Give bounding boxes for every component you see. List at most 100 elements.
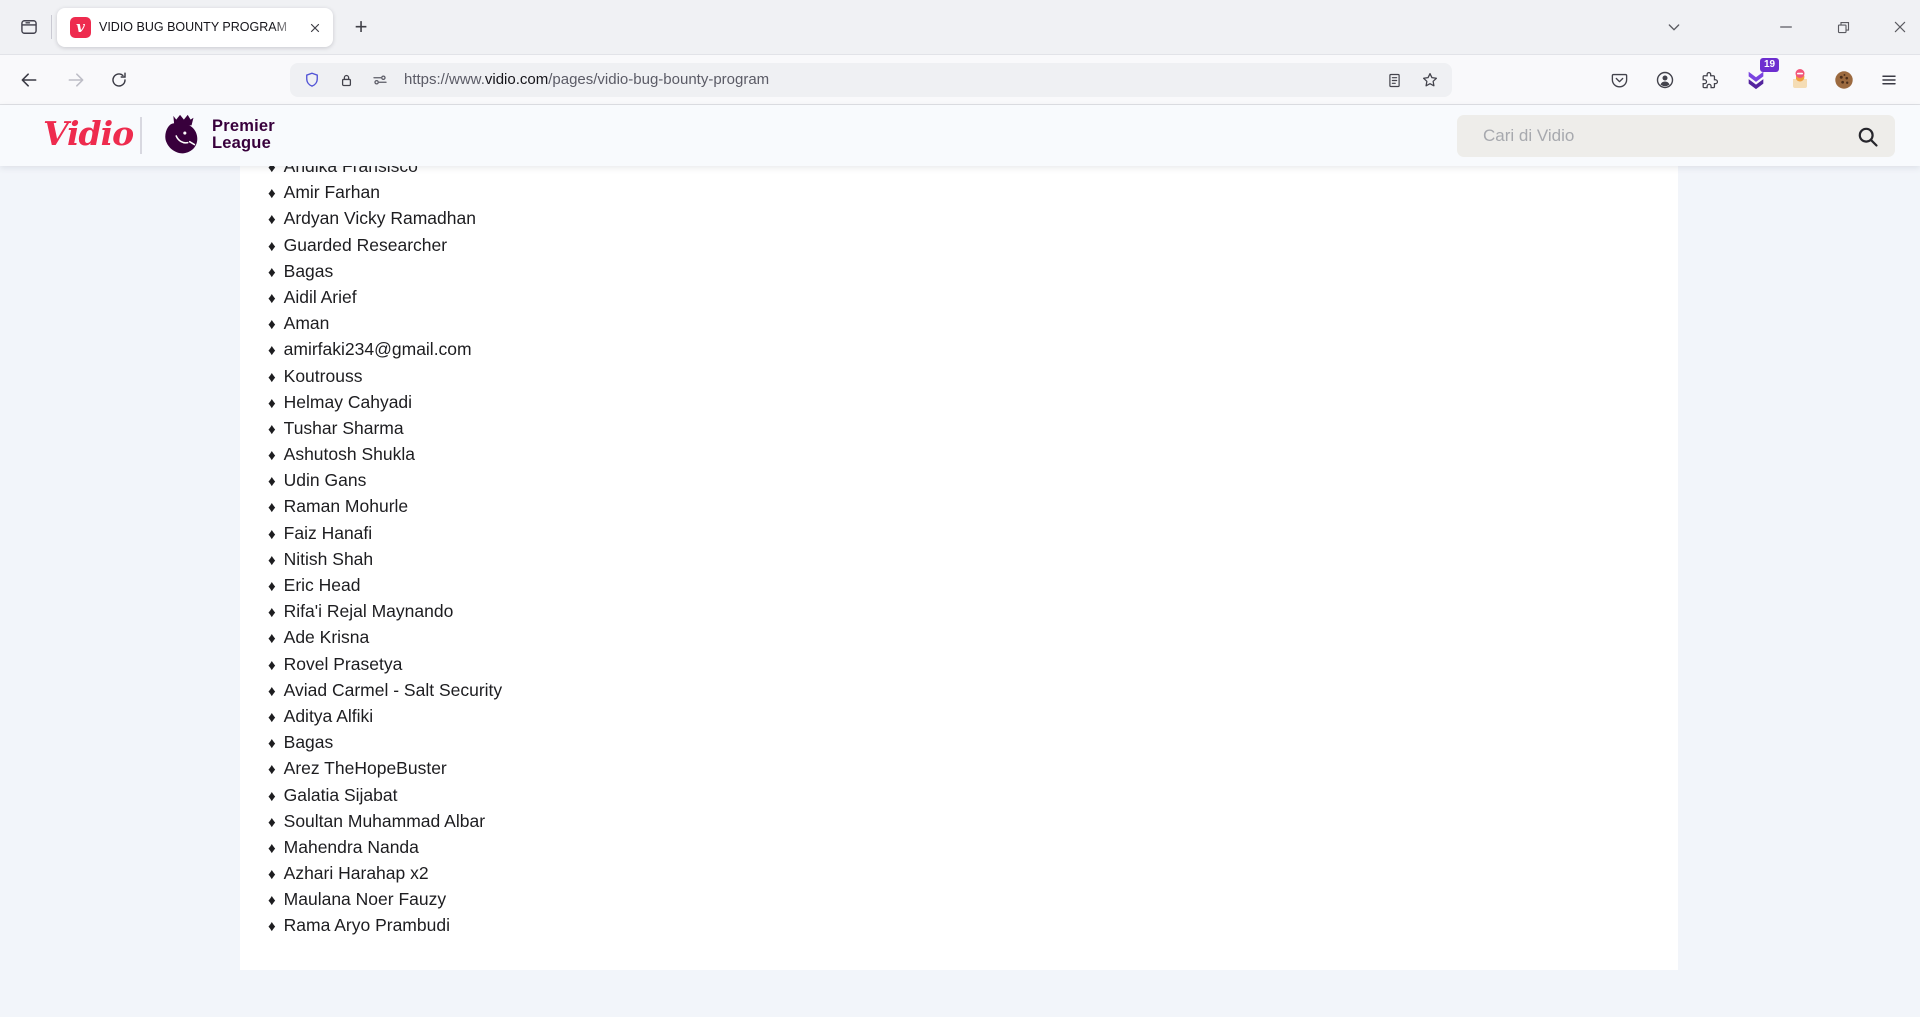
list-item: ♦Mahendra Nanda bbox=[268, 834, 1678, 860]
list-item: ♦ Helmay Cahyadi bbox=[268, 389, 1678, 415]
download-extension-icon[interactable]: 19 bbox=[1740, 64, 1772, 96]
search-input[interactable] bbox=[1457, 115, 1895, 157]
tab-title-fade bbox=[273, 11, 299, 44]
researcher-name: Udin Gans bbox=[284, 470, 367, 490]
url-prefix: https://www. bbox=[404, 71, 485, 88]
bookmark-star-icon[interactable] bbox=[1418, 68, 1442, 92]
diamond-bullet: ♦ bbox=[268, 499, 276, 516]
researcher-name: Koutrouss bbox=[284, 366, 363, 386]
diamond-bullet: ♦ bbox=[268, 788, 276, 805]
lock-icon[interactable] bbox=[334, 68, 358, 92]
browser-window: v VIDIO BUG BOUNTY PROGRAM + bbox=[0, 0, 1920, 1017]
researcher-name: Maulana Noer Fauzy bbox=[284, 889, 446, 909]
researcher-name: Aviad Carmel - Salt Security bbox=[284, 680, 503, 700]
researcher-name: Galatia Sijabat bbox=[284, 785, 398, 805]
diamond-bullet: ♦ bbox=[268, 395, 276, 412]
researcher-name: Faiz Hanafi bbox=[284, 523, 373, 543]
new-tab-button[interactable]: + bbox=[345, 11, 377, 43]
list-item: ♦Guarded Researcher bbox=[268, 232, 1678, 258]
permissions-icon[interactable] bbox=[368, 68, 392, 92]
account-icon[interactable] bbox=[1649, 64, 1681, 96]
researcher-name: Rifa'i Rejal Maynando bbox=[284, 601, 454, 621]
diamond-bullet: ♦ bbox=[268, 657, 276, 674]
premier-league-wordmark: Premier League bbox=[212, 118, 275, 152]
pocket-icon[interactable] bbox=[1603, 64, 1635, 96]
researcher-name: Tushar Sharma bbox=[284, 418, 404, 438]
researcher-name: Guarded Researcher bbox=[284, 235, 447, 255]
close-window-icon[interactable] bbox=[1884, 11, 1916, 43]
list-item: ♦Aman bbox=[268, 310, 1678, 336]
diamond-bullet: ♦ bbox=[268, 211, 276, 228]
content-card: ♦ Andika Fransisco ♦ Amir Farhan ♦ Ardyan Vic… bbox=[240, 166, 1678, 970]
tab-title: VIDIO BUG BOUNTY PROGRAM bbox=[99, 8, 293, 47]
logo-divider bbox=[140, 117, 142, 154]
diamond-bullet: ♦ bbox=[268, 421, 276, 438]
firefox-view-icon[interactable] bbox=[13, 11, 45, 43]
list-item: ♦ Soultan Muhammad Albar bbox=[268, 808, 1678, 834]
restore-window-icon[interactable] bbox=[1827, 11, 1859, 43]
cookie-extension-icon[interactable] bbox=[1828, 64, 1860, 96]
researcher-name: Aditya Alfiki bbox=[284, 706, 373, 726]
researcher-name: Raman Mohurle bbox=[284, 496, 409, 516]
researcher-name: Soultan Muhammad Albar bbox=[284, 811, 485, 831]
diamond-bullet: ♦ bbox=[268, 447, 276, 464]
league-line: League bbox=[212, 134, 271, 152]
tab-close-icon[interactable] bbox=[303, 16, 327, 40]
list-item: ♦Aviad Carmel - Salt Security bbox=[268, 677, 1678, 703]
list-item: ♦ Ardyan Vicky Ramadhan bbox=[268, 205, 1678, 231]
researcher-name: Eric Head bbox=[284, 575, 361, 595]
diamond-bullet: ♦ bbox=[268, 185, 276, 202]
diamond-bullet: ♦ bbox=[268, 290, 276, 307]
researcher-name: Mahendra Nanda bbox=[284, 837, 419, 857]
list-item: ♦ Andika Fransisco bbox=[268, 166, 1678, 179]
diamond-bullet: ♦ bbox=[268, 709, 276, 726]
reload-icon[interactable] bbox=[103, 64, 135, 96]
extensions-puzzle-icon[interactable] bbox=[1693, 64, 1725, 96]
list-item: ♦Koutrouss bbox=[268, 363, 1678, 389]
reader-mode-icon[interactable] bbox=[1382, 68, 1406, 92]
list-item: ♦ Raman Mohurle bbox=[268, 493, 1678, 519]
list-item: ♦ Tushar Sharma bbox=[268, 415, 1678, 441]
tracking-shield-icon[interactable] bbox=[300, 68, 324, 92]
browser-toolbar: https://www.vidio.com/pages/vidio-bug-bo… bbox=[0, 55, 1920, 105]
diamond-bullet: ♦ bbox=[268, 473, 276, 490]
researcher-name: Helmay Cahyadi bbox=[284, 392, 412, 412]
tab-separator bbox=[51, 15, 52, 39]
researcher-name: Ardyan Vicky Ramadhan bbox=[284, 208, 476, 228]
diamond-bullet: ♦ bbox=[268, 578, 276, 595]
vidio-logo[interactable]: Vidio bbox=[43, 114, 133, 153]
cat-blocker-extension-icon[interactable] bbox=[1784, 64, 1816, 96]
diamond-bullet: ♦ bbox=[268, 604, 276, 621]
diamond-bullet: ♦ bbox=[268, 814, 276, 831]
researcher-name: Aidil Arief bbox=[284, 287, 357, 307]
browser-tab[interactable]: v VIDIO BUG BOUNTY PROGRAM bbox=[57, 8, 333, 47]
researcher-name: Amir Farhan bbox=[284, 182, 380, 202]
search-icon[interactable] bbox=[1855, 124, 1881, 150]
back-icon[interactable] bbox=[13, 64, 45, 96]
forward-icon[interactable] bbox=[60, 64, 92, 96]
minimize-window-icon[interactable] bbox=[1770, 11, 1802, 43]
diamond-bullet: ♦ bbox=[268, 630, 276, 647]
list-item: ♦ Ashutosh Shukla bbox=[268, 441, 1678, 467]
extension-badge: 19 bbox=[1760, 58, 1779, 72]
url-domain: vidio.com bbox=[485, 71, 548, 88]
list-all-tabs-icon[interactable] bbox=[1658, 11, 1690, 43]
list-item: ♦Ade Krisna bbox=[268, 624, 1678, 650]
list-item: ♦Faiz Hanafi bbox=[268, 520, 1678, 546]
list-item: ♦amirfaki234@gmail.com bbox=[268, 336, 1678, 362]
diamond-bullet: ♦ bbox=[268, 342, 276, 359]
diamond-bullet: ♦ bbox=[268, 166, 276, 176]
researcher-name: Ashutosh Shukla bbox=[284, 444, 415, 464]
list-item: ♦Azhari Harahap x2 bbox=[268, 860, 1678, 886]
list-item: ♦ Eric Head bbox=[268, 572, 1678, 598]
diamond-bullet: ♦ bbox=[268, 735, 276, 752]
researcher-name: Andika Fransisco bbox=[284, 166, 418, 176]
search-box bbox=[1457, 115, 1895, 157]
premier-league-lion-icon bbox=[158, 112, 204, 163]
url-bar[interactable]: https://www.vidio.com/pages/vidio-bug-bo… bbox=[290, 63, 1452, 97]
researcher-name: Bagas bbox=[284, 732, 334, 752]
menu-hamburger-icon[interactable] bbox=[1873, 64, 1905, 96]
diamond-bullet: ♦ bbox=[268, 866, 276, 883]
list-item: ♦ Aditya Alfiki bbox=[268, 703, 1678, 729]
diamond-bullet: ♦ bbox=[268, 918, 276, 935]
